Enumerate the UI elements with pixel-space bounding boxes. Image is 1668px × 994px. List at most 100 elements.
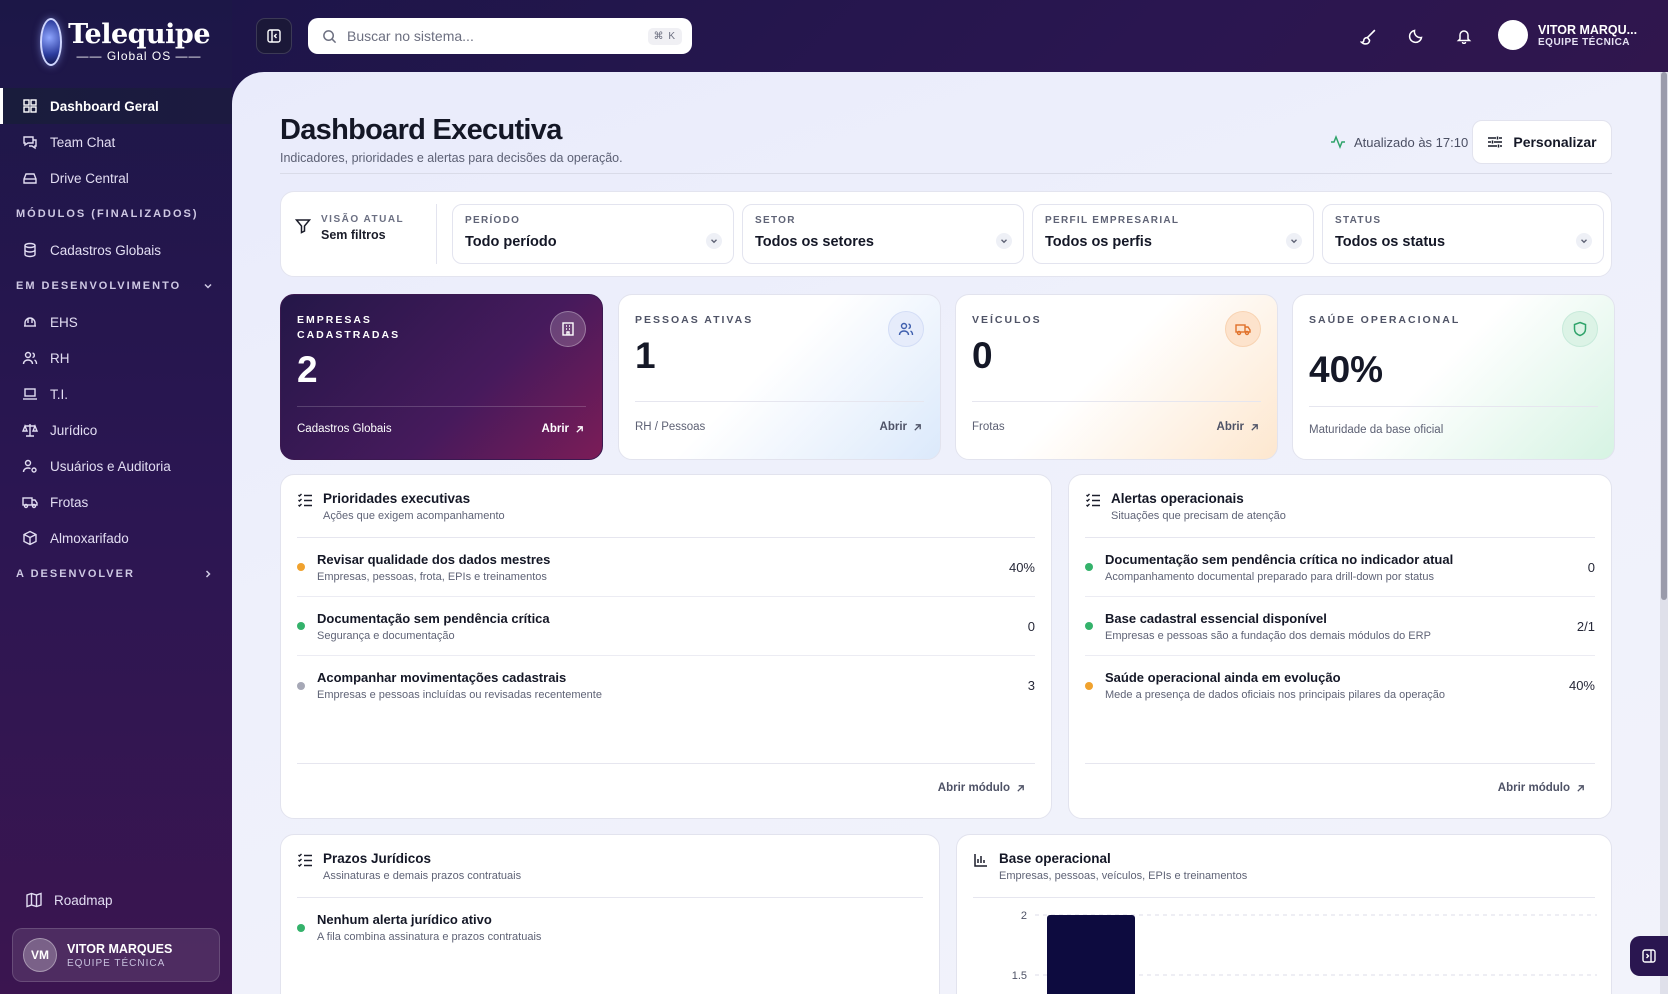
kpi-label: SAÚDE OPERACIONAL [1309,314,1461,326]
section-finalizados: MÓDULOS (FINALIZADOS) [16,208,199,220]
status-dot [1085,563,1093,571]
users-icon [888,311,924,347]
kpi-card-saude[interactable]: SAÚDE OPERACIONAL 40% Maturidade da base… [1292,294,1615,460]
item-title: Saúde operacional ainda em evolução [1105,670,1341,685]
select-label: STATUS [1335,215,1382,226]
kpi-open-link[interactable]: Abrir [880,421,922,433]
dashboard-icon [23,99,37,113]
box-icon [23,530,37,546]
filter-bar: VISÃO ATUAL Sem filtros PERÍODO Todo per… [280,191,1612,277]
kpi-open-link[interactable]: Abrir [1217,421,1259,433]
side-panel-toggle-button[interactable] [1630,936,1668,976]
kpi-footer: RH / Pessoas [635,421,706,433]
updated-text: Atualizado às 17:10 [1354,134,1469,150]
filter-icon [295,219,311,234]
arrow-up-right-icon [576,425,583,433]
customize-button[interactable]: Personalizar [1472,120,1612,164]
sidebar-item-team-chat[interactable]: Team Chat [0,124,232,160]
item-title: Documentação sem pendência crítica [317,610,550,626]
sidebar-item-drive-central[interactable]: Drive Central [0,160,232,196]
chat-icon [23,136,37,150]
sidebar-item-label: Frotas [50,494,89,510]
list-item[interactable]: Nenhum alerta jurídico ativo A fila combi… [297,898,923,957]
list-item[interactable]: Documentação sem pendência crítica no in… [1085,538,1595,597]
divider [280,173,1612,174]
item-subtitle: Empresas e pessoas incluídas ou revisada… [317,689,602,701]
panel-subtitle: Empresas, pessoas, veículos, EPIs e trei… [999,870,1248,882]
drive-icon [23,173,37,184]
divider [436,204,437,264]
brand-logo[interactable]: Telequipe —— Global OS —— [40,14,210,70]
sector-select[interactable]: SETOR Todos os setores [742,204,1024,264]
brush-icon [1359,29,1375,45]
section-em-desenvolvimento[interactable]: EM DESENVOLVIMENTO [0,268,232,304]
scrollbar-thumb[interactable] [1661,72,1667,600]
brand-sub: —— Global OS —— [76,49,202,63]
kpi-open-link[interactable]: Abrir [542,423,584,435]
open-module-link[interactable]: Abrir módulo [938,782,1025,794]
select-label: SETOR [755,215,796,226]
item-subtitle: Mede a presença de dados oficiais nos pr… [1105,689,1445,701]
sidebar-item-label: RH [50,350,70,366]
scale-icon [22,424,38,437]
sidebar-item-rh[interactable]: RH [0,340,232,376]
panel-subtitle: Assinaturas e demais prazos contratuais [323,870,522,882]
business-profile-select[interactable]: PERFIL EMPRESARIAL Todos os perfis [1032,204,1314,264]
user-role: EQUIPE TÉCNICA [67,957,166,969]
sidebar-item-cadastros-globais[interactable]: Cadastros Globais [0,232,232,268]
chevron-down-icon [996,233,1012,249]
list-item[interactable]: Documentação sem pendência crítica Segura… [297,597,1035,656]
sidebar-item-usuarios-auditoria[interactable]: Usuários e Auditoria [0,448,232,484]
kpi-footer: Frotas [972,421,1005,433]
sidebar-item-juridico[interactable]: Jurídico [0,412,232,448]
truck-icon [22,497,38,509]
section-a-desenvolver[interactable]: A DESENVOLVER [0,556,232,592]
chevron-down-icon [1576,233,1592,249]
sidebar-user-card[interactable]: VM VITOR MARQUES EQUIPE TÉCNICA [12,928,220,982]
page-header: Dashboard Executiva Indicadores, priorid… [280,114,623,165]
list-check-icon [298,493,312,507]
shield-icon [1562,311,1598,347]
theme-brush-button[interactable] [1358,26,1378,46]
topbar-user-menu[interactable]: VM VITOR MARQU... EQUIPE TÉCNICA [1498,20,1637,50]
status-dot [1085,681,1093,690]
user-role: EQUIPE TÉCNICA [1538,36,1631,48]
current-view-value: Sem filtros [321,228,386,242]
list-item[interactable]: Revisar qualidade dos dados mestres Empre… [297,538,1035,597]
notifications-button[interactable] [1454,26,1474,46]
list-item[interactable]: Base cadastral essencial disponível Empre… [1085,597,1595,656]
sidebar-item-frotas[interactable]: Frotas [0,484,232,520]
search-bar[interactable]: ⌘ K [308,18,692,54]
sidebar-item-dashboard-geral[interactable]: Dashboard Geral [0,88,232,124]
roadmap-link[interactable]: Roadmap [26,892,113,908]
panel-title: Alertas operacionais [1111,491,1244,506]
status-dot [297,923,305,932]
panel-header: Base operacional Empresas, pessoas, veíc… [973,851,1247,882]
chart-bar[interactable] [1047,915,1135,994]
scrollbar[interactable] [1660,72,1668,994]
open-module-link[interactable]: Abrir módulo [1498,782,1585,794]
sidebar-item-almoxarifado[interactable]: Almoxarifado [0,520,232,556]
sidebar-toggle-button[interactable] [256,18,292,54]
list-item[interactable]: Acompanhar movimentações cadastrais Empre… [297,656,1035,715]
kpi-card-veiculos[interactable]: VEÍCULOS 0 Frotas Abrir [955,294,1278,460]
status-select[interactable]: STATUS Todos os status [1322,204,1604,264]
sidebar-item-ti[interactable]: T.I. [0,376,232,412]
sidebar-item-ehs[interactable]: EHS [0,304,232,340]
arrow-up-right-icon [1577,784,1584,792]
list-item[interactable]: Saúde operacional ainda em evolução Mede … [1085,656,1595,715]
activity-icon [1331,134,1345,150]
kpi-card-pessoas[interactable]: PESSOAS ATIVAS 1 RH / Pessoas Abrir [618,294,941,460]
sidebar-item-label: T.I. [50,386,69,402]
arrow-up-right-icon [1017,784,1024,792]
search-input[interactable] [347,28,638,44]
dark-mode-button[interactable] [1406,26,1426,46]
priorities-panel: Prioridades executivas Ações que exigem … [280,474,1052,819]
panel-header: Prioridades executivas Ações que exigem … [297,491,505,522]
current-view: VISÃO ATUAL Sem filtros [295,214,404,242]
kpi-card-empresas[interactable]: EMPRESAS CADASTRADAS 2 Cadastros Globais… [280,294,603,460]
period-select[interactable]: PERÍODO Todo período [452,204,734,264]
database-icon [24,242,36,258]
building-icon [550,311,586,347]
topbar: ⌘ K VM VITOR MARQU... EQUIPE TÉCNICA [232,0,1668,72]
